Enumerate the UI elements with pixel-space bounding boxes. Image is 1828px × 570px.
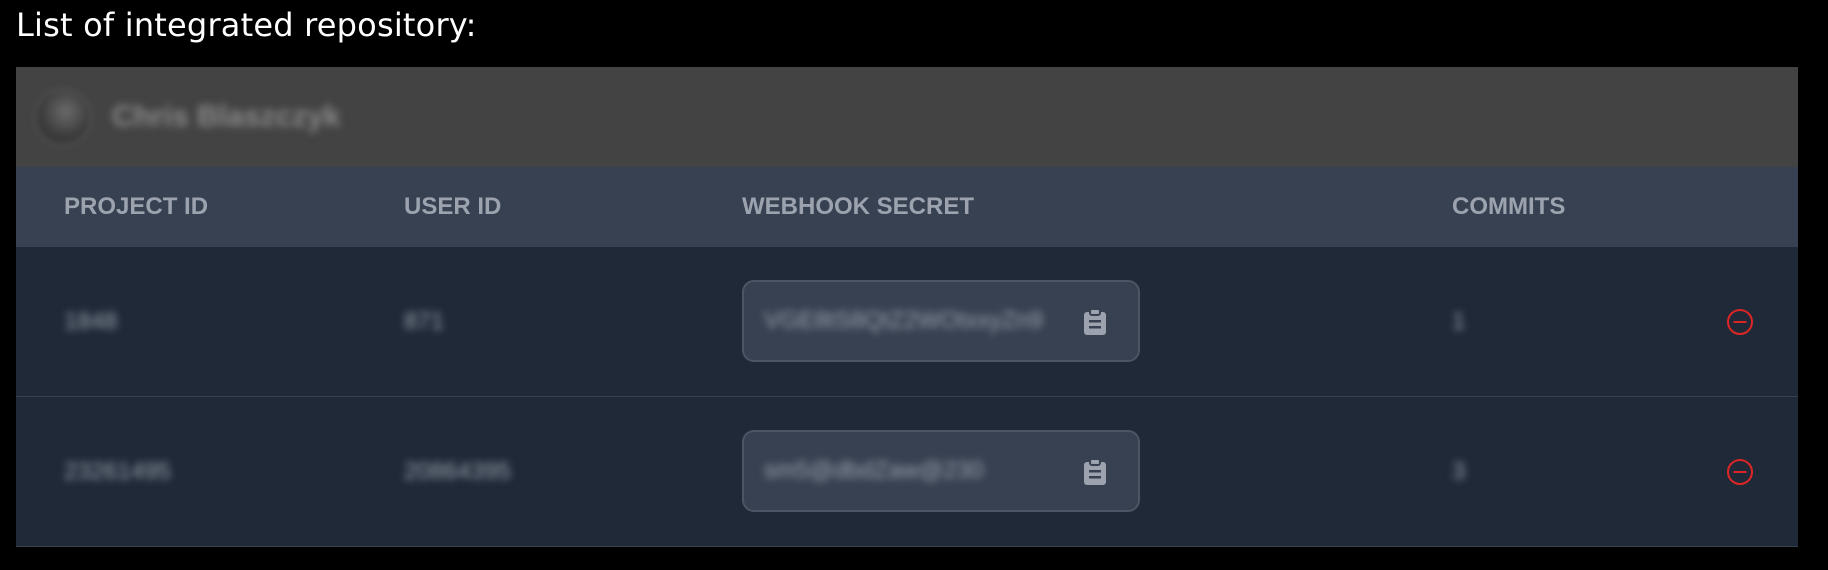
- table-row: 1848 871 VGE8tS8QtZ2WOtxxyZn9 1: [16, 247, 1798, 397]
- clipboard-icon[interactable]: [1082, 458, 1108, 486]
- repository-panel: Chris Blaszczyk PROJECT ID USER ID WEBHO…: [16, 67, 1798, 547]
- avatar: [34, 88, 92, 146]
- commits-cell: 3: [1452, 458, 1466, 485]
- user-id-cell: 871: [404, 308, 445, 335]
- remove-circle-icon[interactable]: [1726, 458, 1754, 486]
- page-title: List of integrated repository:: [16, 6, 477, 44]
- project-id-cell: 23261495: [64, 458, 171, 485]
- commits-cell: 1: [1452, 308, 1466, 335]
- column-header-webhook-secret: WEBHOOK SECRET: [742, 193, 975, 220]
- project-id-cell: 1848: [64, 308, 118, 335]
- table-header: PROJECT ID USER ID WEBHOOK SECRET COMMIT…: [16, 167, 1798, 247]
- column-header-commits: COMMITS: [1452, 193, 1566, 220]
- user-id-cell: 20864395: [404, 458, 511, 485]
- remove-circle-icon[interactable]: [1726, 308, 1754, 336]
- column-header-project-id: PROJECT ID: [64, 193, 209, 220]
- clipboard-icon[interactable]: [1082, 308, 1108, 336]
- user-bar: Chris Blaszczyk: [16, 67, 1798, 167]
- column-header-user-id: USER ID: [404, 193, 502, 220]
- webhook-secret-field[interactable]: VGE8tS8QtZ2WOtxxyZn9: [742, 280, 1140, 362]
- table-row: 23261495 20864395 sm5@dbdZaw@230 3: [16, 397, 1798, 547]
- user-name: Chris Blaszczyk: [112, 100, 341, 133]
- webhook-secret-value: sm5@dbdZaw@230: [764, 457, 984, 484]
- webhook-secret-field[interactable]: sm5@dbdZaw@230: [742, 430, 1140, 512]
- webhook-secret-value: VGE8tS8QtZ2WOtxxyZn9: [764, 307, 1043, 334]
